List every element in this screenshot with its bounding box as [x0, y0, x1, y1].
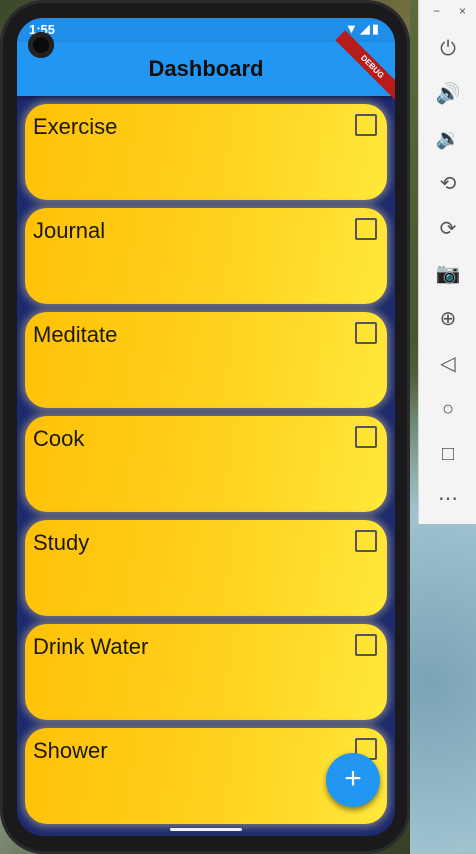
task-card[interactable]: Meditate — [25, 312, 387, 408]
rotate-left-icon[interactable]: ⟲ — [433, 169, 463, 199]
app-bar: Dashboard DEBUG — [17, 30, 395, 104]
camera-icon[interactable]: 📷 — [433, 259, 463, 289]
back-icon[interactable]: ◁ — [433, 349, 463, 379]
zoom-icon[interactable]: ⊕ — [433, 304, 463, 334]
task-checkbox[interactable] — [355, 322, 377, 344]
task-label: Cook — [33, 426, 85, 451]
task-checkbox[interactable] — [355, 634, 377, 656]
minimize-button[interactable]: − — [433, 4, 440, 18]
emulator-window-controls: − × — [419, 4, 476, 20]
volume-down-icon[interactable]: 🔉 — [433, 124, 463, 154]
front-camera — [28, 32, 54, 58]
task-checkbox[interactable] — [355, 218, 377, 240]
task-card[interactable]: Drink Water — [25, 624, 387, 720]
task-card[interactable]: Exercise — [25, 104, 387, 200]
power-icon[interactable]: ⏻ — [433, 34, 463, 64]
task-checkbox[interactable] — [355, 426, 377, 448]
home-icon[interactable]: ○ — [433, 394, 463, 424]
more-icon[interactable]: ⋯ — [433, 484, 463, 514]
task-label: Drink Water — [33, 634, 149, 659]
task-label: Shower — [33, 738, 108, 763]
rotate-right-icon[interactable]: ⟳ — [433, 214, 463, 244]
task-label: Exercise — [33, 114, 118, 139]
task-label: Study — [33, 530, 90, 555]
volume-up-icon[interactable]: 🔊 — [433, 79, 463, 109]
overview-icon[interactable]: □ — [433, 439, 463, 469]
task-card[interactable]: Cook — [25, 416, 387, 512]
task-label: Journal — [33, 218, 106, 243]
page-title: Dashboard — [148, 56, 264, 81]
task-checkbox[interactable] — [355, 114, 377, 136]
gesture-nav-handle[interactable] — [170, 828, 242, 831]
add-task-button[interactable]: + — [326, 753, 380, 807]
task-label: Meditate — [33, 322, 118, 347]
emulator-side-panel: − × ⏻ 🔊 🔉 ⟲ ⟳ 📷 ⊕ ◁ ○ □ ⋯ — [418, 0, 476, 524]
task-card[interactable]: Journal — [25, 208, 387, 304]
phone-screen: 1:55 ▼◢▮ Dashboard DEBUG Exercise Journa… — [17, 18, 395, 836]
close-button[interactable]: × — [459, 4, 466, 18]
task-card[interactable]: Study — [25, 520, 387, 616]
task-checkbox[interactable] — [355, 530, 377, 552]
phone-frame: 1:55 ▼◢▮ Dashboard DEBUG Exercise Journa… — [0, 0, 410, 854]
